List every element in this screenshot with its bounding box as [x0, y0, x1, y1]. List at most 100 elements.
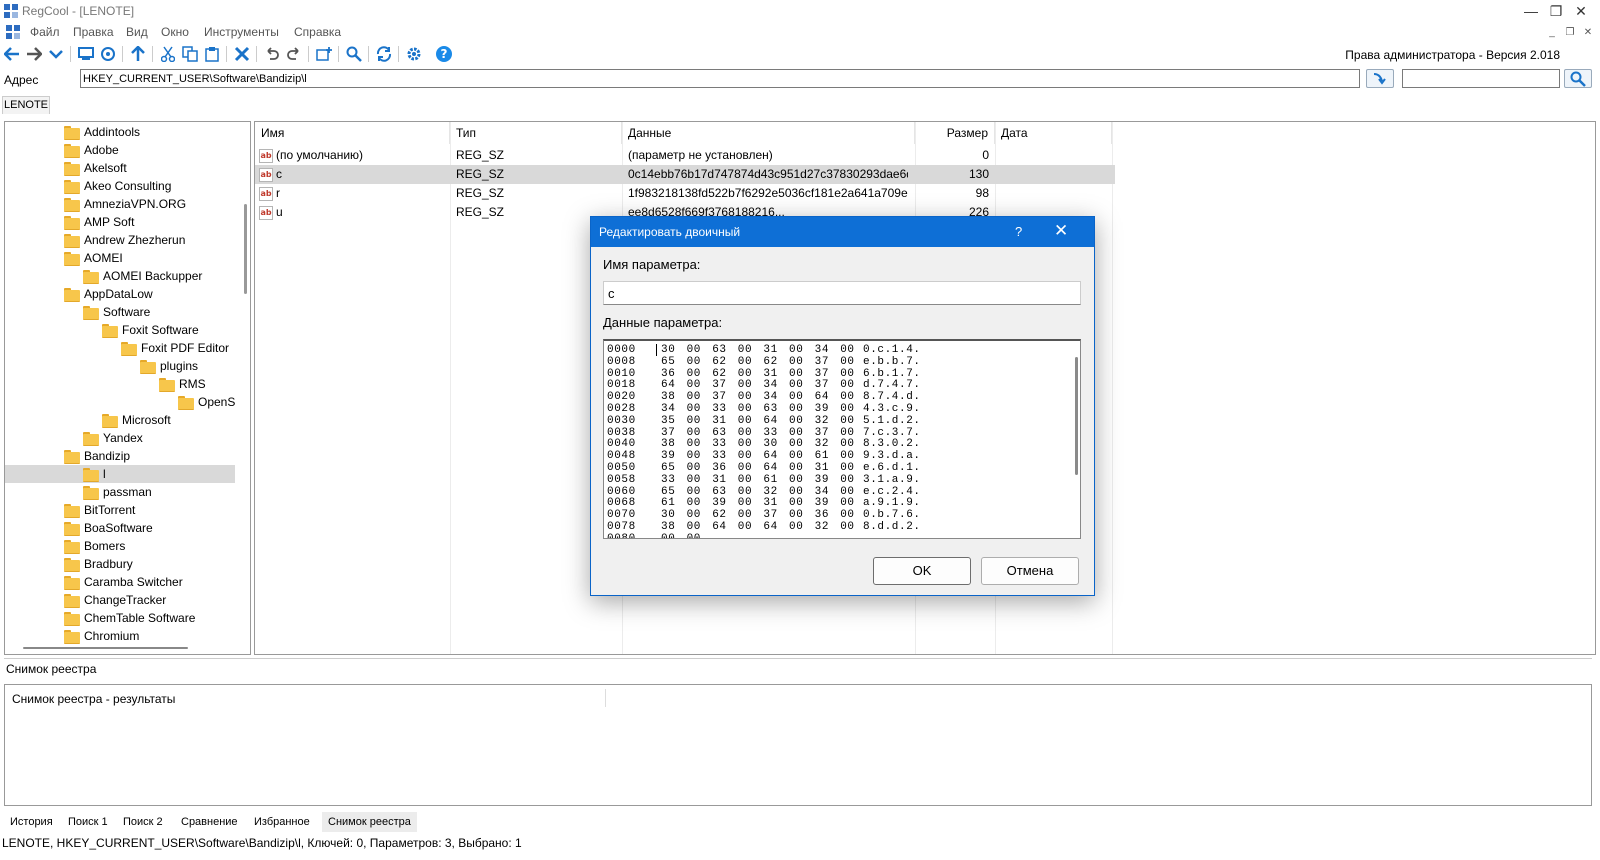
column-header-name[interactable]: Имя [255, 122, 450, 144]
hex-bytes: 38 00 33 00 30 00 32 00 [661, 438, 855, 451]
menu-edit[interactable]: Правка [73, 25, 114, 39]
mdi-restore-button[interactable]: ❐ [1562, 26, 1578, 40]
table-row[interactable]: ab r REG_SZ 1f983218138fd522b7f6292e5036cf1… [255, 184, 1115, 203]
tree-item[interactable]: l [5, 465, 235, 483]
column-header-type[interactable]: Тип [450, 122, 622, 144]
cell-data: 0c14ebb76b17d747874d43c951d27c37830293da… [628, 165, 908, 184]
mdi-document-icon[interactable] [6, 25, 20, 39]
tree-item[interactable]: ChangeTracker [5, 591, 235, 609]
hex-scrollbar[interactable] [1075, 357, 1078, 475]
hex-ascii: 8.3.0.2. [863, 438, 921, 451]
tree-item[interactable]: Caramba Switcher [5, 573, 235, 591]
tree-item-label: ChemTable Software [84, 611, 196, 625]
tree-horizontal-scrollbar[interactable] [5, 642, 240, 654]
cut-icon[interactable] [158, 44, 178, 64]
tab-compare[interactable]: Сравнение [175, 812, 244, 832]
ok-button[interactable]: OK [873, 557, 971, 585]
hex-bytes: 37 00 63 00 33 00 37 00 [661, 426, 855, 439]
tree-item[interactable]: Software [5, 303, 235, 321]
tab-search-2[interactable]: Поиск 2 [117, 812, 169, 832]
tree-item[interactable]: Adobe [5, 141, 235, 159]
search-button[interactable] [1564, 69, 1592, 88]
help-icon[interactable]: ? [434, 44, 454, 64]
refresh-icon[interactable] [374, 44, 394, 64]
parameter-name-input[interactable] [603, 281, 1081, 305]
tree-item[interactable]: plugins [5, 357, 235, 375]
forward-arrow-icon[interactable] [24, 44, 44, 64]
tree-item[interactable]: AmneziaVPN.ORG [5, 195, 235, 213]
new-key-icon[interactable] [314, 44, 334, 64]
tree-item[interactable]: AppDataLow [5, 285, 235, 303]
tree-item[interactable]: Microsoft [5, 411, 235, 429]
table-row[interactable]: ab (по умолчанию) REG_SZ (параметр не устан… [255, 146, 1115, 165]
menu-window[interactable]: Окно [161, 25, 189, 39]
search-input[interactable] [1402, 69, 1560, 88]
mdi-minimize-button[interactable]: _ [1544, 26, 1560, 40]
menu-view[interactable]: Вид [126, 25, 148, 39]
tree-item[interactable]: RMS [5, 375, 235, 393]
hex-ascii: e.6.d.1. [863, 462, 921, 474]
folder-icon [64, 540, 80, 555]
tree-item[interactable]: Foxit Software [5, 321, 235, 339]
menu-help[interactable]: Справка [294, 25, 341, 39]
tree-item[interactable]: AOMEI Backupper [5, 267, 235, 285]
tree-item[interactable]: Foxit PDF Editor [5, 339, 235, 357]
column-header-date[interactable]: Дата [995, 122, 1112, 144]
hex-editor[interactable]: 0000 30 00 63 00 31 00 34 00 0.c.1.4. 0008 6… [603, 339, 1081, 539]
back-arrow-icon[interactable] [2, 44, 22, 64]
dialog-title-bar[interactable]: Редактировать двоичный ? ✕ [591, 217, 1094, 247]
tree-item[interactable]: Akelsoft [5, 159, 235, 177]
gear-icon[interactable] [404, 44, 424, 64]
tab-history[interactable]: История [4, 812, 59, 832]
tree-item[interactable]: BoaSoftware [5, 519, 235, 537]
mdi-close-button[interactable]: ✕ [1580, 26, 1596, 40]
tree-item[interactable]: BitTorrent [5, 501, 235, 519]
registry-tree[interactable]: Addintools Adobe Akelsoft Akeo Consulting Am… [4, 121, 251, 655]
dialog-help-button[interactable]: ? [1015, 224, 1022, 239]
hex-offset: 0018 [607, 379, 636, 392]
tab-snapshot[interactable]: Снимок реестра [322, 812, 417, 832]
cancel-button[interactable]: Отмена [981, 557, 1079, 585]
folder-icon [102, 324, 118, 339]
chevron-down-icon[interactable] [46, 44, 66, 64]
paste-icon[interactable] [202, 44, 222, 64]
menu-file[interactable]: Файл [30, 25, 60, 39]
tree-item[interactable]: passman [5, 483, 235, 501]
copy-icon[interactable] [180, 44, 200, 64]
tree-item[interactable]: Bradbury [5, 555, 235, 573]
dialog-close-button[interactable]: ✕ [1054, 221, 1068, 241]
tree-item[interactable]: Addintools [5, 123, 235, 141]
menu-tools[interactable]: Инструменты [204, 25, 279, 39]
address-input[interactable] [80, 69, 1360, 88]
hex-offset: 0040 [607, 438, 636, 451]
column-header-data[interactable]: Данные [622, 122, 915, 144]
delete-icon[interactable] [232, 44, 252, 64]
tab-search-1[interactable]: Поиск 1 [62, 812, 114, 832]
up-arrow-icon[interactable] [128, 44, 148, 64]
network-icon[interactable] [98, 44, 118, 64]
find-icon[interactable] [344, 44, 364, 64]
redo-icon[interactable] [284, 44, 304, 64]
go-address-button[interactable] [1366, 69, 1394, 88]
string-value-icon: ab [259, 167, 273, 182]
snapshot-results-panel[interactable]: Снимок реестра - результаты [4, 684, 1592, 806]
column-header-size[interactable]: Размер [915, 122, 995, 144]
document-tab-lenote[interactable]: LENOTE [2, 96, 50, 114]
tree-item[interactable]: Akeo Consulting [5, 177, 235, 195]
hex-offset: 0070 [607, 509, 636, 522]
close-button[interactable]: ✕ [1558, 0, 1600, 22]
tree-item[interactable]: Bandizip [5, 447, 235, 465]
tree-item[interactable]: OpenS [5, 393, 235, 411]
tree-item[interactable]: AOMEI [5, 249, 235, 267]
table-row[interactable]: ab c REG_SZ 0c14ebb76b17d747874d43c951d27c3… [255, 165, 1115, 184]
tree-item[interactable]: Yandex [5, 429, 235, 447]
tree-vertical-scrollbar[interactable] [240, 122, 250, 642]
tab-favorites[interactable]: Избранное [248, 812, 316, 832]
tree-item[interactable]: ChemTable Software [5, 609, 235, 627]
tree-item-label: Software [103, 305, 151, 319]
tree-item[interactable]: AMP Soft [5, 213, 235, 231]
undo-icon[interactable] [262, 44, 282, 64]
computer-icon[interactable] [76, 44, 96, 64]
tree-item[interactable]: Andrew Zhezherun [5, 231, 235, 249]
tree-item[interactable]: Bomers [5, 537, 235, 555]
